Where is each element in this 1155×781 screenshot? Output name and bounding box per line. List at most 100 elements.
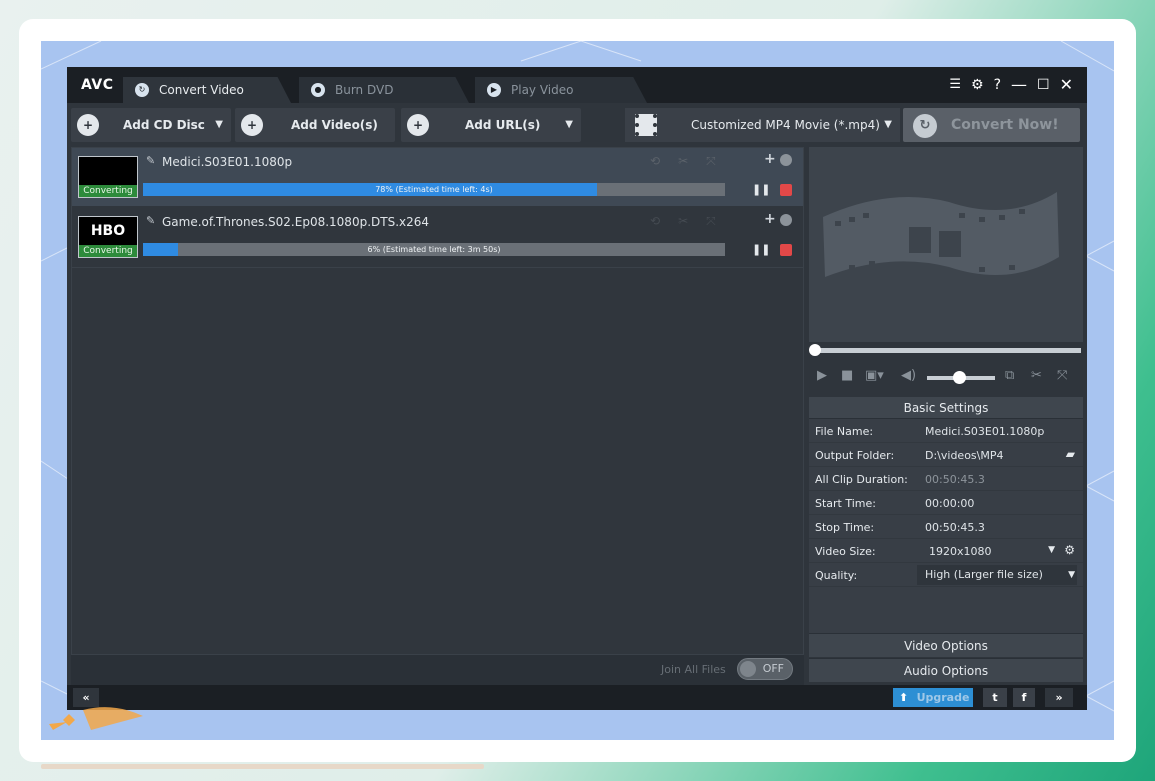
- sparkle-icon: [49, 707, 143, 730]
- setting-quality: Quality: High (Larger file size) ▼: [809, 563, 1083, 587]
- film-add-icon: +: [241, 114, 263, 136]
- options-dot-icon[interactable]: [780, 214, 792, 226]
- facebook-icon[interactable]: f: [1013, 688, 1035, 707]
- pencil-icon[interactable]: ✎: [146, 214, 155, 227]
- tab-convert-video[interactable]: ↻ Convert Video: [123, 77, 291, 103]
- upgrade-button[interactable]: ⬆ Upgrade: [893, 688, 973, 707]
- scissors-icon[interactable]: ✂: [678, 154, 688, 169]
- video-thumbnail: Converting: [78, 156, 138, 198]
- progress-text: 6% (Estimated time left: 3m 50s): [367, 245, 501, 254]
- output-folder-field[interactable]: D:\videos\MP4: [925, 449, 1004, 462]
- setting-video-size: Video Size: 1920x1080 ▼ ⚙: [809, 539, 1083, 563]
- chevron-down-icon[interactable]: ▼: [1068, 570, 1075, 580]
- close-icon[interactable]: ✕: [1060, 75, 1073, 94]
- disc-icon: ●: [311, 83, 325, 97]
- output-format-select[interactable]: Customized MP4 Movie (*.mp4) ▼: [625, 108, 900, 142]
- plus-icon[interactable]: +: [764, 211, 776, 227]
- quality-select[interactable]: High (Larger file size): [917, 565, 1077, 585]
- help-button[interactable]: ?: [994, 77, 1001, 93]
- format-label: Customized MP4 Movie (*.mp4): [691, 118, 880, 132]
- stop-icon[interactable]: [780, 184, 792, 196]
- progress-bar: 78% (Estimated time left: 4s): [143, 183, 725, 196]
- chevron-down-icon[interactable]: ▼: [884, 108, 892, 142]
- copy-icon[interactable]: ⧉: [1005, 368, 1014, 383]
- seek-track: [815, 348, 1081, 353]
- play-icon: ▶: [487, 83, 501, 97]
- convert-now-button[interactable]: ↻ Convert Now!: [903, 108, 1080, 142]
- tab-burn-dvd[interactable]: ● Burn DVD: [299, 77, 469, 103]
- audio-options-button[interactable]: Audio Options: [809, 658, 1083, 682]
- video-size-select[interactable]: 1920x1080: [929, 545, 992, 558]
- status-badge: Converting: [79, 185, 137, 197]
- duration-value: 00:50:45.3: [925, 473, 985, 486]
- arrow-up-icon: ⬆: [899, 691, 909, 704]
- stop-time-field[interactable]: 00:50:45.3: [925, 521, 985, 534]
- divider: [72, 267, 803, 268]
- minimize-icon[interactable]: —: [1011, 75, 1027, 94]
- stop-icon[interactable]: ■: [841, 368, 853, 383]
- chevron-down-icon[interactable]: ▼: [1048, 545, 1055, 555]
- video-preview: [809, 147, 1083, 342]
- setting-file-name: File Name: Medici.S03E01.1080p: [809, 419, 1083, 443]
- progress-fill: [143, 183, 597, 196]
- tab-play-video[interactable]: ▶ Play Video: [475, 77, 647, 103]
- plus-icon[interactable]: +: [764, 151, 776, 167]
- folder-icon[interactable]: ▰: [1066, 447, 1075, 461]
- chevron-down-icon[interactable]: ▼: [565, 108, 573, 142]
- volume-icon[interactable]: ◀): [901, 368, 916, 383]
- chevron-down-icon[interactable]: ▼: [215, 108, 223, 142]
- sync-icon[interactable]: ⟲: [650, 154, 660, 169]
- play-icon[interactable]: ▶: [817, 368, 827, 383]
- scissors-icon[interactable]: ✂: [1031, 368, 1042, 383]
- add-cd-disc-button[interactable]: + Add CD Disc ▼: [71, 108, 231, 142]
- status-badge: Converting: [79, 245, 137, 257]
- twitter-icon[interactable]: t: [983, 688, 1007, 707]
- add-video-label: Add Video(s): [291, 118, 378, 132]
- video-thumbnail: HBO Converting: [78, 216, 138, 258]
- pencil-icon[interactable]: ✎: [146, 154, 155, 167]
- progress-bar: 6% (Estimated time left: 3m 50s): [143, 243, 725, 256]
- join-toggle[interactable]: OFF: [737, 658, 793, 680]
- scissors-icon[interactable]: ✂: [678, 214, 688, 229]
- file-row[interactable]: HBO Converting ✎ Game.of.Thrones.S02.Ep0…: [72, 208, 803, 266]
- thumb-text: HBO: [90, 223, 126, 239]
- add-video-button[interactable]: + Add Video(s): [235, 108, 395, 142]
- file-name: Game.of.Thrones.S02.Ep08.1080p.DTS.x264: [162, 215, 430, 229]
- crop-icon[interactable]: ⤧: [706, 154, 716, 169]
- pause-icon[interactable]: ❚❚: [752, 243, 770, 256]
- pause-icon[interactable]: ❚❚: [752, 183, 770, 196]
- toolbar: + Add CD Disc ▼ + Add Video(s) + Add URL…: [67, 103, 1087, 147]
- setting-label: Quality:: [815, 569, 858, 582]
- gear-icon[interactable]: ⚙: [971, 77, 984, 93]
- film-icon: [635, 114, 657, 136]
- file-row[interactable]: Converting ✎ Medici.S03E01.1080p ⟲ ✂ ⤧ +…: [72, 148, 803, 206]
- crop-icon[interactable]: ⤧: [706, 214, 716, 229]
- start-time-field[interactable]: 00:00:00: [925, 497, 974, 510]
- setting-label: Video Size:: [815, 545, 876, 558]
- file-list: Converting ✎ Medici.S03E01.1080p ⟲ ✂ ⤧ +…: [71, 147, 804, 655]
- video-options-button[interactable]: Video Options: [809, 633, 1083, 657]
- basic-settings-panel: Basic Settings File Name: Medici.S03E01.…: [809, 397, 1083, 633]
- stop-icon[interactable]: [780, 244, 792, 256]
- add-url-button[interactable]: + Add URL(s) ▼: [401, 108, 581, 142]
- seek-slider[interactable]: [809, 344, 1083, 356]
- decorative-bar: [41, 764, 484, 769]
- camera-icon[interactable]: ▣▾: [865, 368, 884, 383]
- expand-button[interactable]: »: [1045, 688, 1073, 707]
- setting-output-folder: Output Folder: D:\videos\MP4 ▰: [809, 443, 1083, 467]
- progress-fill: [143, 243, 178, 256]
- volume-handle[interactable]: [953, 371, 966, 384]
- file-name-field[interactable]: Medici.S03E01.1080p: [925, 425, 1044, 438]
- options-dot-icon[interactable]: [780, 154, 792, 166]
- maximize-icon[interactable]: ☐: [1037, 77, 1050, 93]
- setting-start-time: Start Time: 00:00:00: [809, 491, 1083, 515]
- film-strip-icon: [823, 192, 1059, 277]
- gear-icon[interactable]: ⚙: [1064, 543, 1075, 557]
- seek-handle[interactable]: [809, 344, 821, 356]
- footer-bar: « ⬆ Upgrade t f »: [67, 685, 1087, 710]
- sync-icon[interactable]: ⟲: [650, 214, 660, 229]
- crop-icon[interactable]: ⤧: [1057, 368, 1067, 383]
- tab-label: Convert Video: [159, 83, 244, 97]
- player-controls: ▶ ■ ▣▾ ◀) ⧉ ✂ ⤧: [809, 363, 1083, 391]
- menu-icon[interactable]: ☰: [949, 77, 961, 92]
